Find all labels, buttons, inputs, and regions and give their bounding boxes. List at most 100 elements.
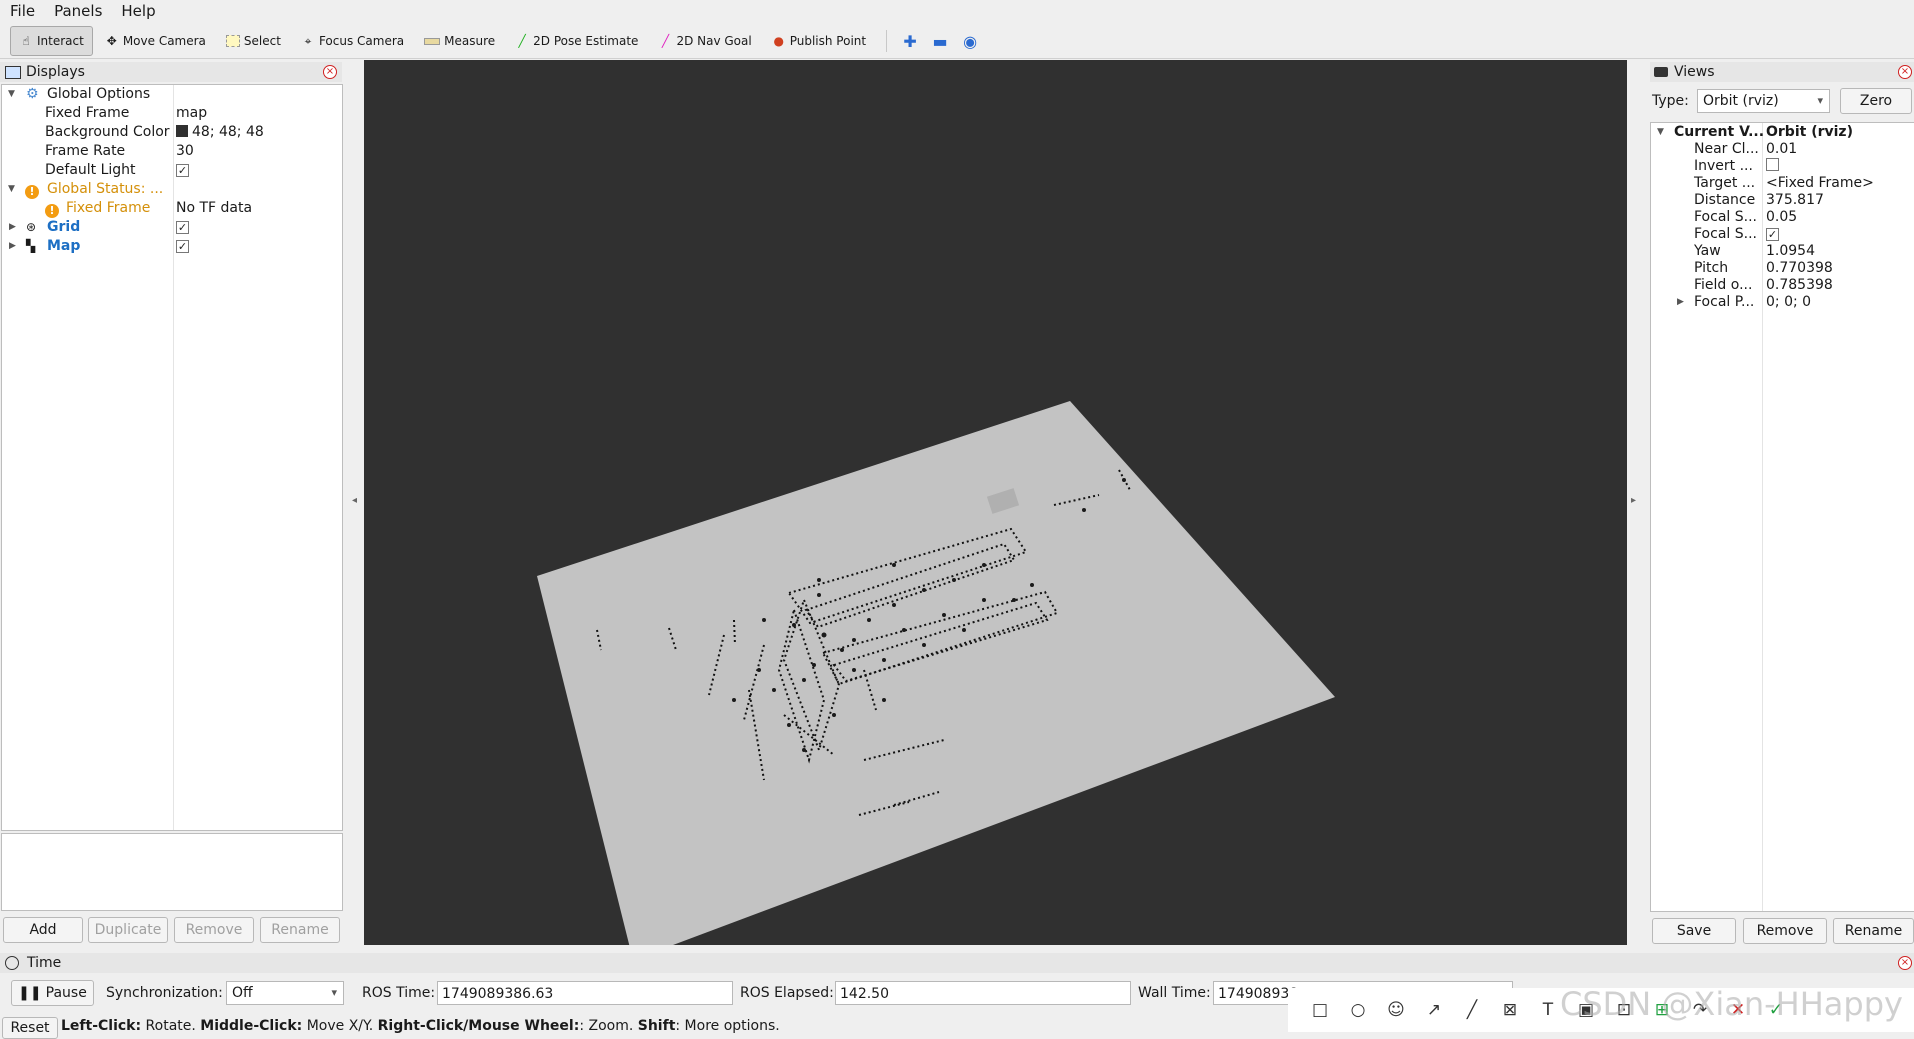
tool-2d-nav-goal[interactable]: ╱ 2D Nav Goal — [650, 27, 759, 55]
text-icon[interactable]: T — [1538, 1000, 1558, 1020]
duplicate-display-button[interactable]: Duplicate — [88, 917, 168, 943]
tree-label: Frame Rate — [45, 143, 126, 159]
watermark: CSDN @Xian-HHappy — [1560, 985, 1903, 1023]
tree-label: Background Color — [45, 124, 170, 140]
tool-publish-point[interactable]: ● Publish Point — [764, 27, 874, 55]
expand-right-icon[interactable]: ▶ — [9, 218, 16, 237]
view-prop-value[interactable]: 0.770398 — [1766, 260, 1833, 277]
tool-focus-camera[interactable]: ⌖ Focus Camera — [293, 27, 412, 55]
close-icon[interactable]: × — [1898, 956, 1912, 970]
tool-2d-pose-estimate[interactable]: ╱ 2D Pose Estimate — [507, 27, 646, 55]
view-prop-value[interactable]: 0.01 — [1766, 141, 1797, 158]
expand-down-icon[interactable]: ▼ — [8, 85, 15, 104]
tree-row-grid[interactable]: ▶ ⊛ Grid ✓ — [2, 218, 342, 237]
map-render — [537, 401, 1335, 945]
select-icon — [225, 35, 240, 47]
rename-view-button[interactable]: Rename — [1833, 918, 1914, 944]
view-prop-value[interactable]: 0.05 — [1766, 209, 1797, 226]
hand-icon: ☝ — [22, 34, 30, 48]
expand-down-icon[interactable]: ▼ — [1657, 127, 1664, 137]
eye-icon[interactable]: ◉ — [959, 30, 981, 52]
remove-display-button[interactable]: Remove — [174, 917, 254, 943]
tool-label: Measure — [444, 34, 496, 48]
map-checkbox[interactable]: ✓ — [176, 237, 189, 256]
pen-icon[interactable]: ╱ — [1462, 1000, 1482, 1020]
status-hint: Left-Click: Rotate. Middle-Click: Move X… — [61, 1018, 780, 1034]
expand-right-icon[interactable]: ▶ — [1677, 297, 1684, 307]
emoji-icon[interactable]: ☺ — [1386, 1000, 1406, 1020]
sync-select[interactable]: Off — [226, 981, 344, 1005]
tool-measure[interactable]: Measure — [416, 27, 503, 55]
hint-bold: Shift — [637, 1018, 676, 1034]
tree-row-global-options[interactable]: ▼ ⚙ Global Options — [2, 85, 342, 104]
pause-button[interactable]: ❚❚ Pause — [11, 980, 94, 1006]
tree-row-frame-rate[interactable]: Frame Rate 30 — [2, 142, 342, 161]
arrow-icon[interactable]: ↗ — [1424, 1000, 1444, 1020]
monitor-icon — [5, 65, 21, 79]
tree-row-default-light[interactable]: Default Light ✓ — [2, 161, 342, 180]
tool-interact[interactable]: ☝ Interact — [10, 26, 93, 56]
view-prop-value[interactable]: 375.817 — [1766, 192, 1824, 209]
ros-time-field[interactable]: 1749089386.63 — [437, 981, 733, 1005]
rectangle-icon[interactable]: □ — [1310, 1000, 1330, 1020]
remove-view-button[interactable]: Remove — [1743, 918, 1827, 944]
invert-checkbox[interactable] — [1766, 158, 1779, 175]
circle-icon[interactable]: ○ — [1348, 1000, 1368, 1020]
pause-icon: ❚❚ — [18, 985, 42, 1001]
menu-file[interactable]: File — [0, 2, 44, 20]
ros-time-label: ROS Time: — [362, 985, 436, 1001]
zero-button[interactable]: Zero — [1840, 88, 1912, 114]
tool-label: 2D Nav Goal — [676, 34, 752, 48]
fixed-frame-value[interactable]: map — [176, 104, 207, 123]
pink-arrow-icon: ╱ — [661, 34, 670, 48]
view-prop-value[interactable]: 0; 0; 0 — [1766, 294, 1811, 311]
map-icon: ▚ — [26, 239, 36, 253]
close-icon[interactable]: × — [323, 65, 337, 79]
tree-row-global-status[interactable]: ▼ ! Global Status: ... — [2, 180, 342, 199]
background-color-value[interactable]: 48; 48; 48 — [176, 123, 264, 142]
tool-label: Select — [243, 34, 281, 48]
sync-label: Synchronization: — [106, 985, 223, 1001]
rename-display-button[interactable]: Rename — [260, 917, 340, 943]
hint-bold: Middle-Click: — [200, 1018, 303, 1034]
menu-panels[interactable]: Panels — [44, 2, 111, 20]
camera-icon — [1654, 67, 1668, 77]
view-type-select[interactable]: Orbit (rviz) — [1697, 89, 1830, 113]
view-prop-value[interactable]: 1.0954 — [1766, 243, 1815, 260]
collapse-left-handle[interactable]: ◂ — [352, 495, 357, 506]
tree-row-background-color[interactable]: Background Color 48; 48; 48 — [2, 123, 342, 142]
column-divider — [1762, 123, 1763, 911]
view-prop-value[interactable]: <Fixed Frame> — [1766, 175, 1874, 192]
ros-elapsed-field[interactable]: 142.50 — [835, 981, 1131, 1005]
tree-row-map[interactable]: ▶ ▚ Map ✓ — [2, 237, 342, 256]
tool-label: Publish Point — [789, 34, 867, 48]
displays-title: Displays — [26, 64, 85, 80]
expand-right-icon[interactable]: ▶ — [9, 237, 16, 256]
add-display-button[interactable]: Add — [3, 917, 83, 943]
add-tool-icon[interactable]: ✚ — [899, 30, 921, 52]
focal-shape-checkbox[interactable]: ✓ — [1766, 226, 1779, 243]
color-swatch — [176, 125, 188, 137]
view-prop-value[interactable]: 0.785398 — [1766, 277, 1833, 294]
tree-row-status-fixed-frame[interactable]: ! Fixed Frame No TF data — [2, 199, 342, 218]
grid-checkbox[interactable]: ✓ — [176, 218, 189, 237]
mosaic-icon[interactable]: ⊠ — [1500, 1000, 1520, 1020]
tree-row-fixed-frame[interactable]: Fixed Frame map — [2, 104, 342, 123]
expand-down-icon[interactable]: ▼ — [8, 180, 15, 199]
render-viewport[interactable] — [364, 60, 1627, 945]
views-tree: ▼ Current V... Orbit (rviz) Near Cl... 0… — [1650, 122, 1914, 912]
collapse-right-handle[interactable]: ▸ — [1631, 495, 1636, 506]
view-prop-key: Field o... — [1694, 277, 1753, 293]
close-icon[interactable]: × — [1898, 65, 1912, 79]
remove-tool-icon[interactable]: ▬ — [929, 30, 951, 52]
frame-rate-value[interactable]: 30 — [176, 142, 194, 161]
hint-text: : Zoom. — [579, 1018, 638, 1034]
menu-help[interactable]: Help — [111, 2, 164, 20]
default-light-checkbox[interactable]: ✓ — [176, 161, 189, 180]
reset-button[interactable]: Reset — [2, 1017, 58, 1039]
save-view-button[interactable]: Save — [1652, 918, 1736, 944]
view-prop-value[interactable]: Orbit (rviz) — [1766, 124, 1853, 141]
displays-panel-header: Displays × — [0, 62, 342, 82]
tool-move-camera[interactable]: ✥ Move Camera — [97, 27, 214, 55]
tool-select[interactable]: Select — [218, 27, 289, 55]
